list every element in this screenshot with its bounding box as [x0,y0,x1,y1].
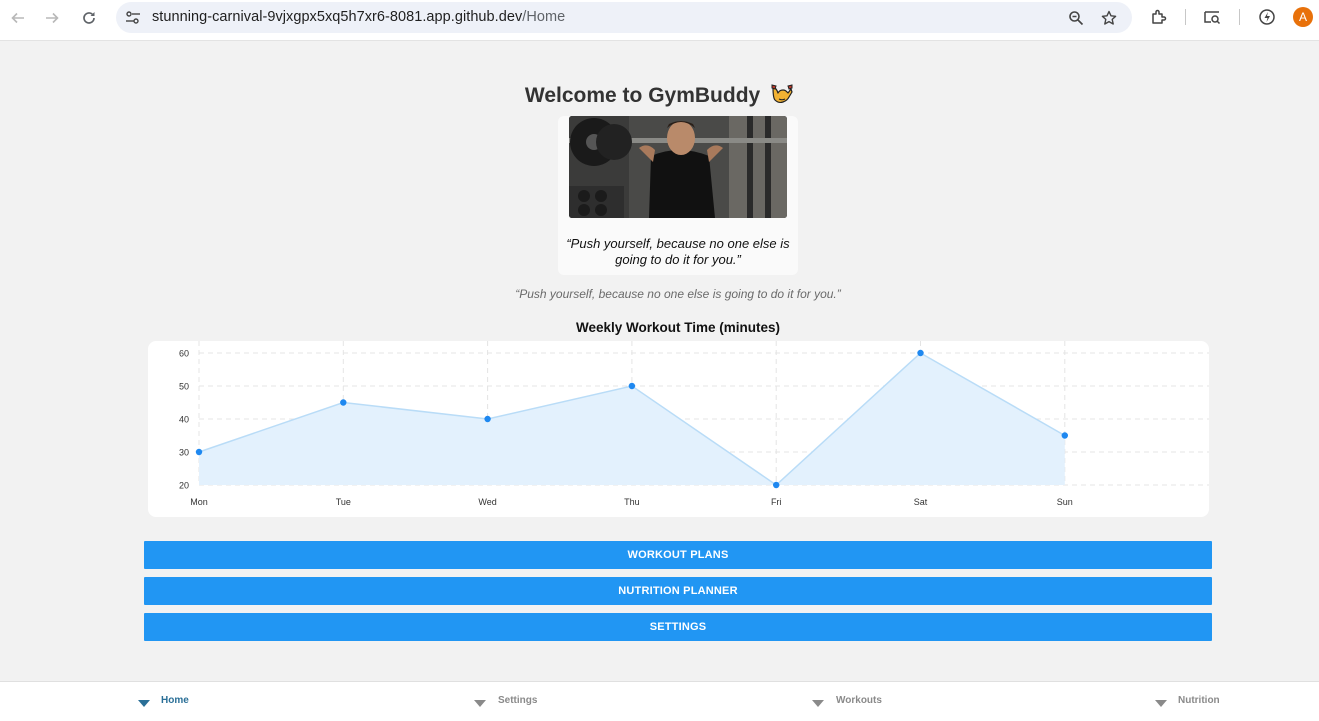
tab-settings-icon[interactable] [474,700,486,707]
chart-data-point [195,448,203,456]
tab-home[interactable]: Home [161,695,189,706]
y-tick-label: 40 [179,415,189,425]
x-tick-label: Sat [914,497,928,507]
workout-time-chart: 20 30 40 50 60 Mon Tue Wed Thu Fri Sat Sun [179,341,1209,507]
workout-plans-button[interactable]: WORKOUT PLANS [144,541,1212,569]
tab-nutrition-icon[interactable] [1155,700,1167,707]
flexed-biceps-icon [771,84,793,103]
chart-title: Weekly Workout Time (minutes) [575,320,781,335]
url-text: stunning-carnival-9vjxgpx5xq5h7xr6-8081.… [152,9,565,25]
card-quote-text: “Push yourself, because no one else is g… [566,236,790,267]
y-tick-label: 30 [179,448,189,458]
url-path: /Home [522,9,566,25]
chart-data-point [917,349,924,357]
bottom-tab-bar: Home Settings Workouts Nutrition [0,681,1319,721]
y-tick-label: 20 [179,481,189,491]
x-tick-label: Mon [190,497,208,507]
zoom-icon[interactable] [1066,8,1086,28]
chart-data-point [628,382,636,390]
nutrition-planner-button[interactable]: NUTRITION PLANNER [144,577,1212,605]
tab-settings[interactable]: Settings [498,695,537,706]
extensions-puzzle-icon[interactable] [1148,6,1170,28]
url-host: stunning-carnival-9vjxgpx5xq5h7xr6-8081.… [152,9,523,25]
reload-icon[interactable] [77,6,101,30]
x-tick-label: Sun [1057,497,1073,507]
tab-workouts-icon[interactable] [812,700,824,707]
tab-workouts[interactable]: Workouts [836,695,882,706]
x-tick-label: Tue [336,497,351,507]
performance-icon[interactable] [1256,6,1278,28]
toolbar-separator [1185,9,1186,25]
profile-avatar[interactable]: A [1293,7,1313,27]
site-info-icon[interactable] [124,9,142,27]
settings-button[interactable]: SETTINGS [144,613,1212,641]
x-tick-label: Wed [478,497,496,507]
chart-data-point [484,415,491,423]
motivational-quote: “Push yourself, because no one else is g… [515,287,841,301]
chart-data-point [1061,432,1068,439]
y-tick-label: 50 [179,382,189,392]
toolbar-separator [1239,9,1240,25]
browser-toolbar: stunning-carnival-9vjxgpx5xq5h7xr6-8081.… [0,0,1319,41]
chart-data-point [340,399,347,406]
y-tick-label: 60 [179,349,189,359]
address-bar[interactable]: stunning-carnival-9vjxgpx5xq5h7xr6-8081.… [116,2,1132,33]
x-tick-label: Thu [624,497,640,507]
page-title-text: Welcome to GymBuddy [524,84,761,107]
tab-home-icon[interactable] [138,700,150,707]
back-arrow-icon[interactable] [6,6,30,30]
bookmark-star-icon[interactable] [1099,8,1119,28]
x-tick-label: Fri [771,497,782,507]
weightlifter-image [569,116,787,218]
page-title: Welcome to GymBuddy [0,82,1319,108]
forward-arrow-icon[interactable] [40,6,64,30]
tab-nutrition[interactable]: Nutrition [1178,695,1220,706]
tab-search-icon[interactable] [1201,6,1223,28]
chart-data-point [773,481,780,489]
